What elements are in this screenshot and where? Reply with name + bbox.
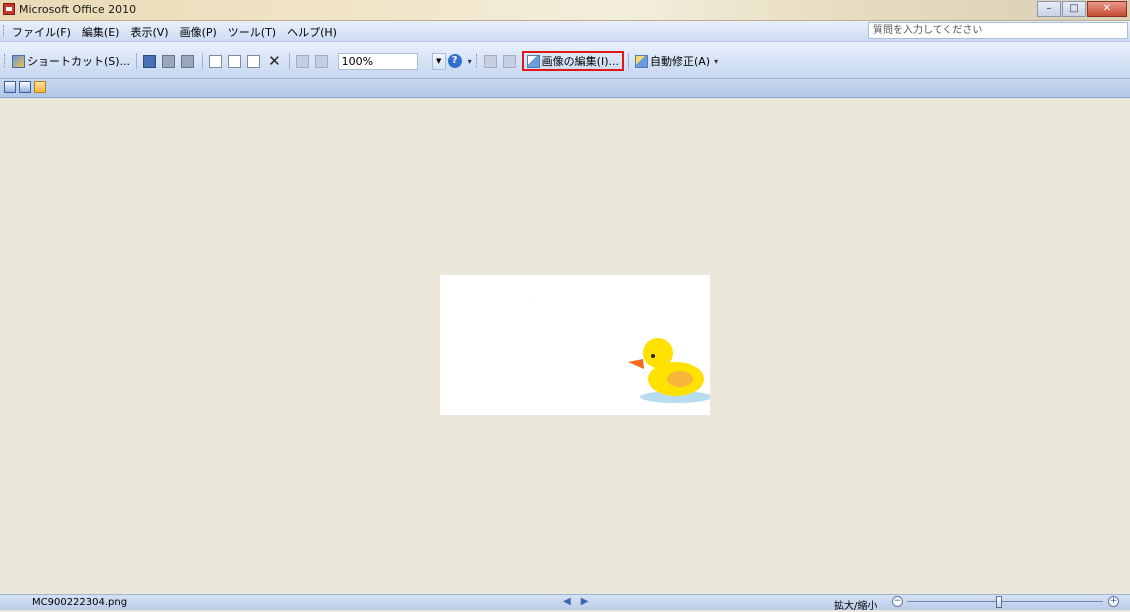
picture-canvas — [440, 275, 712, 415]
undo-button[interactable] — [294, 52, 313, 70]
title-bar: Microsoft Office 2010 – □ ✕ — [0, 0, 1130, 21]
auto-correct-label: 自動修正(A) — [649, 55, 711, 68]
cut-icon — [209, 54, 223, 68]
delete-icon: ✕ — [268, 52, 281, 70]
edit-picture-icon — [526, 54, 540, 68]
window-controls: – □ ✕ — [1036, 1, 1127, 17]
zoom-out-button[interactable]: − — [892, 596, 903, 607]
status-bar: MC900222304.png ◀ ▶ 拡大/縮小 − + — [0, 594, 1130, 612]
next-picture-button[interactable]: ▶ — [581, 596, 589, 607]
copy-button[interactable] — [226, 52, 245, 70]
zoom-label: 拡大/縮小 — [834, 601, 878, 612]
maximize-button[interactable]: □ — [1062, 1, 1086, 17]
zoom-in-button[interactable]: + — [1108, 596, 1119, 607]
window-title: Microsoft Office 2010 — [19, 3, 137, 16]
help-search-input[interactable]: 質問を入力してください — [868, 22, 1128, 39]
redo-icon — [314, 54, 328, 68]
menu-file[interactable]: ファイル(F) — [12, 24, 71, 40]
menu-picture[interactable]: 画像(P) — [180, 24, 217, 40]
shortcut-button[interactable]: ショートカット(S)... — [10, 52, 132, 70]
print-preview-button[interactable] — [179, 52, 198, 70]
duck-wing — [667, 371, 693, 387]
zoom-slider-thumb[interactable] — [996, 596, 1003, 608]
rotate-right-icon — [502, 54, 516, 68]
edit-picture-label: 画像の編集(I)... — [541, 55, 619, 68]
menu-bar: ファイル(F) 編集(E) 表示(V) 画像(P) ツール(T) ヘルプ(H) … — [0, 21, 1130, 42]
picture-workspace — [0, 98, 1130, 593]
toolbar-separator — [202, 53, 204, 69]
view-toolbar — [0, 79, 1130, 98]
menu-tools[interactable]: ツール(T) — [228, 24, 276, 40]
menu-view[interactable]: 表示(V) — [130, 24, 168, 40]
undo-icon — [295, 54, 309, 68]
cut-button[interactable] — [207, 52, 226, 70]
toolbar-grip[interactable] — [4, 54, 7, 68]
auto-correct-icon — [634, 54, 648, 68]
print-preview-icon — [181, 54, 195, 68]
delete-button[interactable]: ✕ — [264, 52, 285, 70]
toolbar-separator — [136, 53, 138, 69]
duck-eye — [651, 354, 655, 358]
duck-beak — [628, 359, 644, 369]
auto-correct-button[interactable]: 自動修正(A) — [633, 52, 712, 70]
toolbar-options-icon[interactable]: ▾ — [468, 57, 472, 66]
picture-navigation: ◀ ▶ — [563, 596, 588, 607]
shortcut-icon — [12, 54, 25, 68]
previous-picture-button[interactable]: ◀ — [563, 596, 571, 607]
edit-picture-button[interactable]: 画像の編集(I)... — [521, 51, 624, 71]
zoom-slider-track[interactable] — [907, 601, 1103, 602]
print-icon — [162, 54, 176, 68]
app-icon — [3, 3, 15, 15]
toolbar-grip[interactable] — [475, 54, 479, 68]
save-icon — [143, 54, 157, 68]
help-button[interactable]: ? — [446, 52, 466, 70]
help-icon: ? — [447, 54, 462, 68]
toolbar-separator — [627, 53, 629, 69]
rotate-left-icon — [483, 54, 497, 68]
duck-image — [529, 298, 712, 403]
save-button[interactable] — [141, 52, 160, 70]
menu-help[interactable]: ヘルプ(H) — [287, 24, 337, 40]
zoom-dropdown-button[interactable]: ▼ — [431, 52, 446, 70]
rotate-left-button[interactable] — [482, 52, 501, 70]
thumbnail-view-button[interactable] — [4, 81, 16, 93]
shortcut-label: ショートカット(S)... — [27, 55, 131, 68]
menu-edit[interactable]: 編集(E) — [82, 24, 120, 40]
single-picture-view-button[interactable] — [34, 81, 46, 93]
filmstrip-view-button[interactable] — [19, 81, 31, 93]
status-filename: MC900222304.png — [32, 597, 128, 608]
minimize-button[interactable]: – — [1037, 1, 1061, 17]
zoom-combo-input[interactable]: 100% — [337, 52, 418, 70]
paste-button[interactable] — [245, 52, 264, 70]
redo-button[interactable] — [313, 52, 332, 70]
toolbar-separator — [288, 53, 290, 69]
toolbar-options-icon[interactable]: ▾ — [714, 57, 718, 66]
rotate-right-button[interactable] — [501, 52, 520, 70]
print-button[interactable] — [160, 52, 179, 70]
close-button[interactable]: ✕ — [1087, 1, 1127, 17]
duck-head — [643, 338, 673, 368]
copy-icon — [228, 54, 242, 68]
paste-icon — [247, 54, 261, 68]
image-speck — [529, 298, 531, 300]
standard-toolbar: ショートカット(S)... ✕ 100% ▼ ? ▾ 画像の編集(I)... 自… — [0, 42, 1130, 79]
menu-grip[interactable] — [3, 25, 6, 37]
